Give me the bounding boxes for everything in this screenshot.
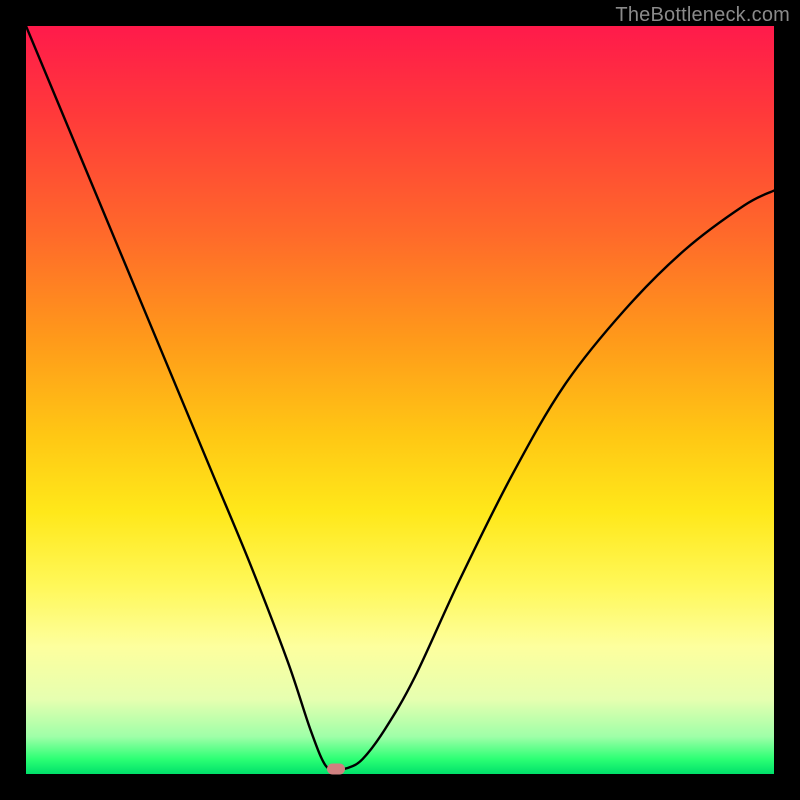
plot-area [26,26,774,774]
minimum-marker [327,763,345,774]
chart-frame: TheBottleneck.com [0,0,800,800]
watermark-label: TheBottleneck.com [615,4,790,27]
bottleneck-curve [26,26,774,774]
